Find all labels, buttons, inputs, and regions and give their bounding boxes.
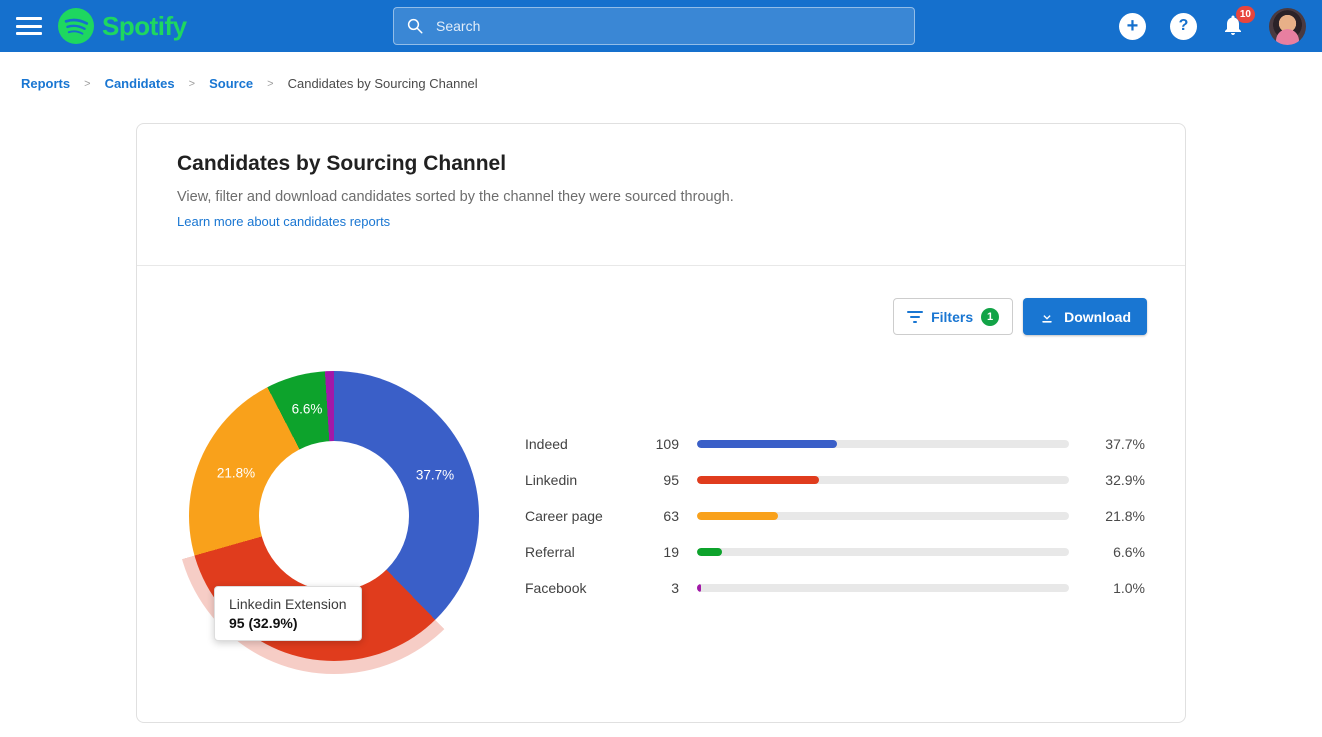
table-row: Referral 19 6.6% [525, 544, 1145, 560]
page-title: Candidates by Sourcing Channel [177, 152, 1145, 176]
chart-area: 37.7% 32.9% 21.8% 6.6% Linkedin Extensio… [137, 335, 1185, 661]
channel-bar-fill [697, 584, 701, 592]
channel-label: Facebook [525, 580, 637, 596]
channel-count: 109 [637, 436, 679, 452]
spotify-logo-icon [58, 8, 94, 44]
channel-percent: 21.8% [1097, 508, 1145, 524]
notifications-button[interactable]: 10 [1221, 13, 1245, 39]
download-button[interactable]: Download [1023, 298, 1147, 335]
help-button[interactable]: ? [1170, 13, 1197, 40]
table-row: Facebook 3 1.0% [525, 580, 1145, 596]
channel-count: 19 [637, 544, 679, 560]
channel-bar-track[interactable] [697, 548, 1069, 556]
slice-label-career-page: 21.8% [217, 466, 255, 481]
table-row: Indeed 109 37.7% [525, 436, 1145, 452]
channel-bar-track[interactable] [697, 476, 1069, 484]
download-icon [1039, 309, 1055, 325]
avatar[interactable] [1269, 8, 1306, 45]
breadcrumb-item-reports[interactable]: Reports [21, 76, 70, 91]
channel-bar-track[interactable] [697, 440, 1069, 448]
donut-hole [259, 441, 409, 591]
learn-more-link[interactable]: Learn more about candidates reports [177, 214, 390, 229]
search-bar[interactable] [393, 7, 915, 45]
channel-percent: 1.0% [1097, 580, 1145, 596]
hamburger-icon [16, 17, 42, 20]
add-button[interactable]: + [1119, 13, 1146, 40]
download-button-label: Download [1064, 309, 1131, 325]
channel-percent: 37.7% [1097, 436, 1145, 452]
report-toolbar: Filters 1 Download [137, 266, 1185, 335]
filters-count-badge: 1 [981, 308, 999, 326]
chart-tooltip: Linkedin Extension 95 (32.9%) [214, 586, 362, 641]
search-input[interactable] [436, 18, 902, 34]
channel-bar-track[interactable] [697, 512, 1069, 520]
slice-label-referral: 6.6% [292, 402, 323, 417]
channel-bar-fill [697, 476, 819, 484]
report-header: Candidates by Sourcing Channel View, fil… [137, 124, 1185, 266]
channel-bar-list: Indeed 109 37.7% Linkedin 95 32.9% Caree… [525, 436, 1145, 596]
filter-icon [907, 311, 923, 323]
channel-count: 95 [637, 472, 679, 488]
filters-button[interactable]: Filters 1 [893, 298, 1013, 335]
plus-icon: + [1127, 16, 1139, 36]
channel-count: 3 [637, 580, 679, 596]
table-row: Linkedin 95 32.9% [525, 472, 1145, 488]
channel-label: Referral [525, 544, 637, 560]
channel-bar-fill [697, 440, 837, 448]
breadcrumb-item-source[interactable]: Source [209, 76, 253, 91]
spotify-logo[interactable]: Spotify [58, 8, 187, 44]
menu-button[interactable] [16, 17, 42, 35]
channel-label: Linkedin [525, 472, 637, 488]
report-card: Candidates by Sourcing Channel View, fil… [136, 123, 1186, 723]
channel-bar-track[interactable] [697, 584, 1069, 592]
channel-label: Indeed [525, 436, 637, 452]
search-icon [406, 17, 424, 35]
channel-label: Career page [525, 508, 637, 524]
breadcrumb-item-current: Candidates by Sourcing Channel [288, 76, 478, 91]
channel-percent: 32.9% [1097, 472, 1145, 488]
breadcrumb: Reports > Candidates > Source > Candidat… [0, 52, 1322, 109]
breadcrumb-item-candidates[interactable]: Candidates [105, 76, 175, 91]
table-row: Career page 63 21.8% [525, 508, 1145, 524]
breadcrumb-separator: > [267, 78, 273, 90]
filters-button-label: Filters [931, 309, 973, 325]
channel-count: 63 [637, 508, 679, 524]
channel-percent: 6.6% [1097, 544, 1145, 560]
breadcrumb-separator: > [84, 78, 90, 90]
donut-chart-wrap: 37.7% 32.9% 21.8% 6.6% Linkedin Extensio… [189, 371, 479, 661]
channel-bar-fill [697, 512, 778, 520]
tooltip-title: Linkedin Extension [229, 596, 347, 612]
question-icon: ? [1179, 17, 1189, 35]
channel-bar-fill [697, 548, 722, 556]
topbar: Spotify + ? 10 [0, 0, 1322, 52]
brand-wordmark: Spotify [102, 11, 187, 42]
breadcrumb-separator: > [189, 78, 195, 90]
page-subtitle: View, filter and download candidates sor… [177, 189, 1145, 205]
tooltip-value: 95 (32.9%) [229, 615, 347, 631]
notification-badge: 10 [1236, 6, 1255, 23]
slice-label-indeed: 37.7% [416, 468, 454, 483]
